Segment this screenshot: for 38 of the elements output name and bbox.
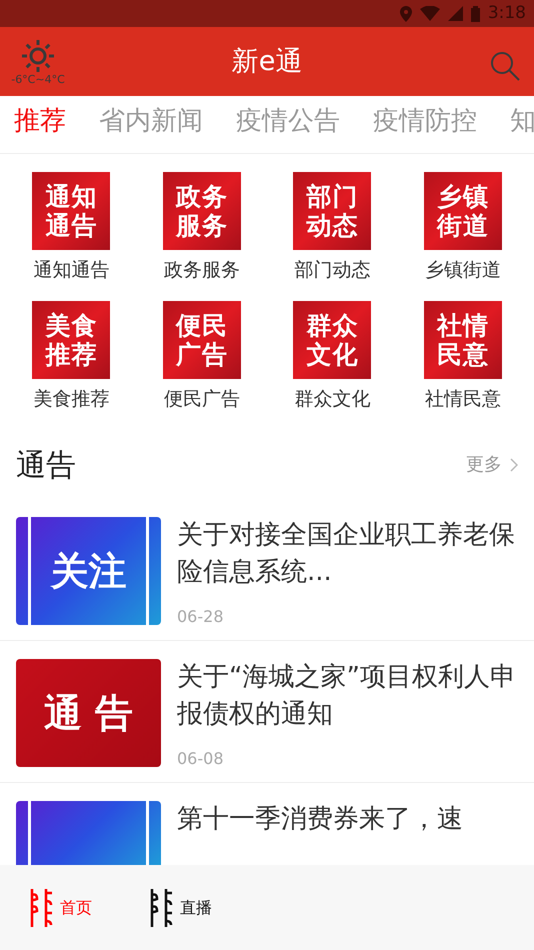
- category-label[interactable]: 社情民意: [424, 384, 501, 413]
- location-icon: [400, 6, 412, 22]
- news-date: 06-28: [177, 606, 224, 628]
- news-thumbnail[interactable]: 通 告: [16, 659, 161, 767]
- wifi-icon: [420, 6, 440, 21]
- tab[interactable]: 推荐: [14, 96, 66, 146]
- category-label[interactable]: 通知通告: [33, 256, 110, 284]
- news-title[interactable]: 关于“海城之家”项目权利人申报债权的通知: [177, 659, 518, 733]
- news-thumbnail[interactable]: 关注: [16, 517, 161, 625]
- category-label[interactable]: 便民广告: [164, 384, 240, 413]
- category-tile[interactable]: 便民 广告: [162, 300, 241, 378]
- signal-icon: [448, 6, 463, 21]
- news-title[interactable]: 关于对接全国企业职工养老保险信息系统...: [177, 517, 518, 591]
- category-tile[interactable]: 美食 推荐: [32, 300, 110, 378]
- category-label[interactable]: 美食推荐: [33, 384, 110, 413]
- battery-icon: [470, 6, 480, 22]
- category-label[interactable]: 群众文化: [294, 384, 370, 413]
- category-tile[interactable]: 社情 民意: [424, 300, 502, 378]
- nav-item[interactable]: 首页: [26, 886, 92, 928]
- category-tile[interactable]: 政务 服务: [162, 172, 241, 250]
- sun-icon: [21, 39, 55, 73]
- category-tile[interactable]: 乡镇 街道: [424, 172, 502, 250]
- chevron-right-icon[interactable]: [510, 458, 518, 472]
- weather-temperature: -6°C~4°C: [10, 74, 66, 85]
- category-label[interactable]: 政务服务: [164, 256, 240, 284]
- app-title: 新e通: [232, 45, 302, 79]
- category-tile[interactable]: 部门 动态: [293, 172, 372, 250]
- category-tile[interactable]: 通知 通告: [32, 172, 110, 250]
- category-label[interactable]: 乡镇街道: [424, 256, 501, 284]
- news-thumbnail[interactable]: [16, 801, 161, 865]
- category-label[interactable]: 部门动态: [294, 256, 370, 284]
- section-title: 通告: [16, 447, 76, 485]
- status-time: 3:18: [488, 2, 526, 25]
- nav-item[interactable]: 直播: [146, 886, 212, 928]
- category-tile[interactable]: 群众 文化: [293, 300, 372, 378]
- news-title[interactable]: 第十一季消费券来了，速: [177, 801, 517, 838]
- search-icon[interactable]: [490, 51, 520, 81]
- news-date: 06-08: [177, 748, 224, 770]
